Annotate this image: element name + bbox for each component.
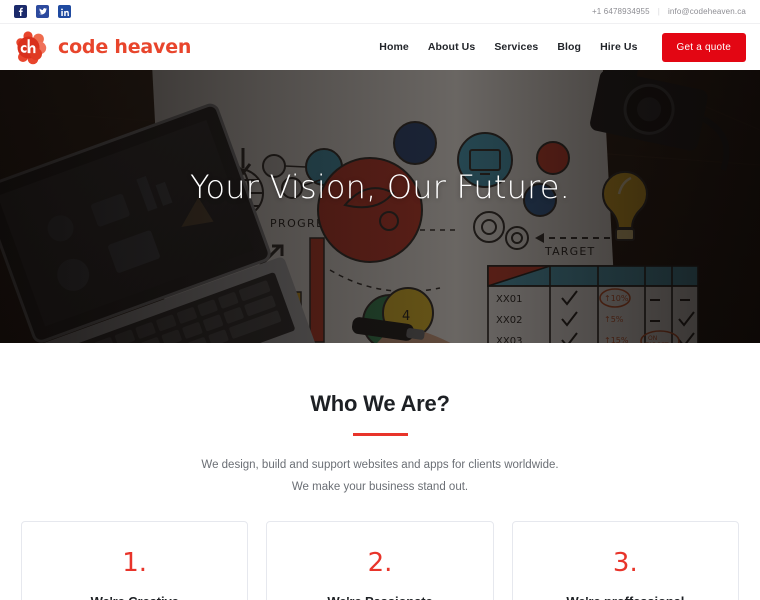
phone-number[interactable]: +1 6478934955 (592, 7, 650, 16)
feature-card-2[interactable]: 2. We're Passionate (266, 520, 494, 600)
feature-card-1[interactable]: 1. We're Creative (21, 520, 249, 600)
logo-text: code heaven (58, 36, 192, 58)
logo[interactable]: code heaven (14, 29, 191, 65)
feature-card-number: 2. (367, 547, 393, 578)
email-address[interactable]: info@codeheaven.ca (668, 7, 746, 16)
nav-item-blog[interactable]: Blog (557, 41, 581, 53)
feature-cards: 1. We're Creative 2. We're Passionate 3.… (0, 499, 760, 600)
nav-item-home[interactable]: Home (379, 41, 409, 53)
section-title: Who We Are? (310, 391, 450, 416)
contact-info: +1 6478934955 | info@codeheaven.ca (592, 7, 746, 16)
hero-headline: Your Vision, Our Future. (189, 168, 570, 206)
contact-separator: | (657, 7, 660, 16)
feature-card-number: 3. (612, 547, 638, 578)
feature-card-title: We're Creative (32, 594, 237, 600)
nav-item-about-us[interactable]: About Us (428, 41, 475, 53)
top-utility-bar: +1 6478934955 | info@codeheaven.ca (0, 0, 760, 24)
hero-dark-overlay (0, 70, 760, 343)
main-navigation: Home About Us Services Blog Hire Us Get … (379, 32, 746, 62)
section-description-line-2: We make your business stand out. (291, 481, 469, 494)
section-description-line-1: We design, build and support websites an… (201, 459, 559, 471)
social-links (14, 5, 71, 18)
facebook-icon[interactable] (14, 5, 27, 18)
section-description: We design, build and support websites an… (0, 454, 760, 499)
get-a-quote-button[interactable]: Get a quote (661, 32, 746, 62)
feature-card-title: We're proffessional (523, 594, 728, 600)
feature-card-number: 1. (122, 547, 148, 578)
twitter-icon[interactable] (36, 5, 49, 18)
linkedin-icon[interactable] (58, 5, 71, 18)
site-header: code heaven Home About Us Services Blog … (0, 24, 760, 70)
who-we-are-section: Who We Are? We design, build and support… (0, 343, 760, 600)
hero-banner: PROGRESS 4 (0, 70, 760, 343)
feature-card-title: We're Passionate (277, 594, 482, 600)
feature-card-3[interactable]: 3. We're proffessional (511, 520, 739, 600)
nav-item-services[interactable]: Services (494, 41, 538, 53)
nav-item-hire-us[interactable]: Hire Us (600, 41, 637, 53)
landing-page: +1 6478934955 | info@codeheaven.ca code … (0, 0, 760, 600)
logo-cloud-icon (14, 29, 52, 65)
section-divider (352, 433, 408, 436)
